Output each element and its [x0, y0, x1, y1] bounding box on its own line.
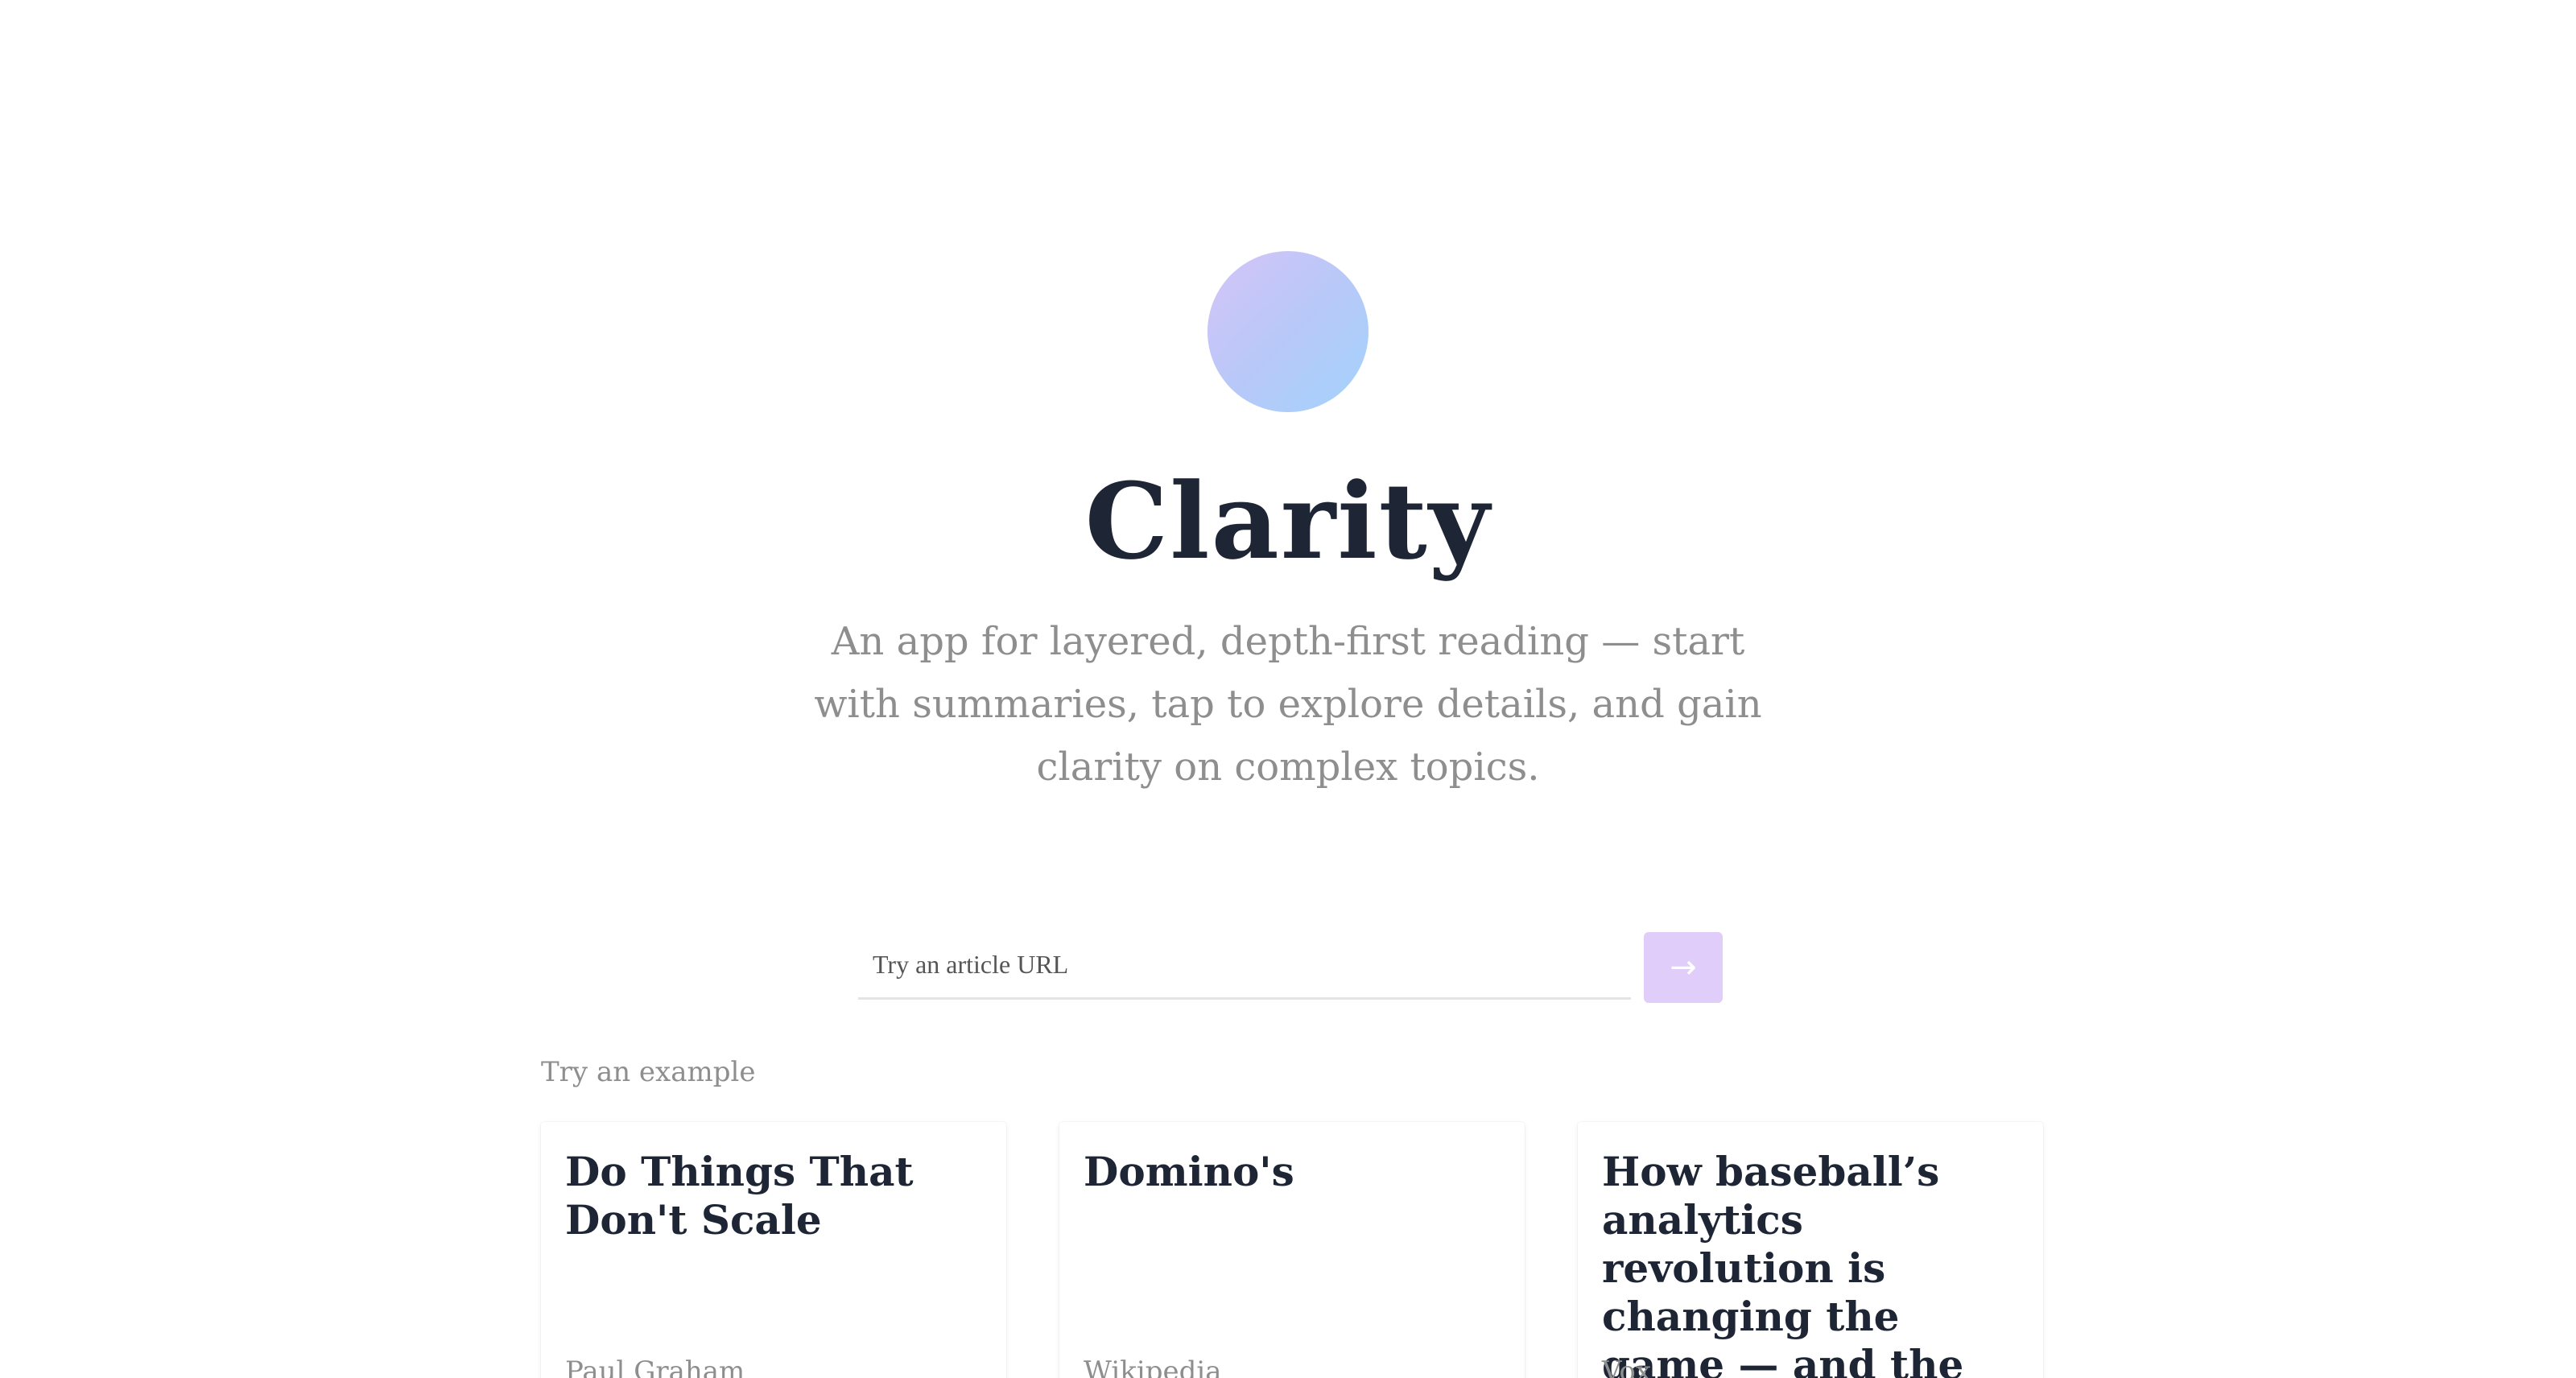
arrow-right-icon: → — [1670, 949, 1697, 986]
submit-url-button[interactable]: → — [1644, 932, 1723, 1003]
example-card-title: Do Things That Don't Scale — [565, 1148, 914, 1244]
app-tagline: An app for layered, depth-first reading … — [814, 619, 1762, 790]
example-card-title: Domino's — [1084, 1148, 1294, 1195]
example-card-source: Wikipedia — [1084, 1355, 1222, 1378]
example-card-source: Paul Graham — [565, 1355, 745, 1378]
example-card-title: How baseball’s analytics revolution is c… — [1602, 1148, 1964, 1378]
app-title: Clarity — [1084, 460, 1492, 583]
example-card-source: Vox — [1602, 1355, 1652, 1378]
example-card-do-things-that-dont-scale[interactable]: Do Things That Don't Scale Paul Graham — [541, 1122, 1006, 1378]
example-card-baseball-analytics[interactable]: How baseball’s analytics revolution is c… — [1578, 1122, 2043, 1378]
logo-orb-icon — [1208, 251, 1368, 412]
url-form: → — [858, 932, 1723, 1003]
example-card-dominos[interactable]: Domino's Wikipedia — [1059, 1122, 1525, 1378]
article-url-input[interactable] — [858, 932, 1631, 1000]
examples-heading: Try an example — [541, 1056, 756, 1088]
